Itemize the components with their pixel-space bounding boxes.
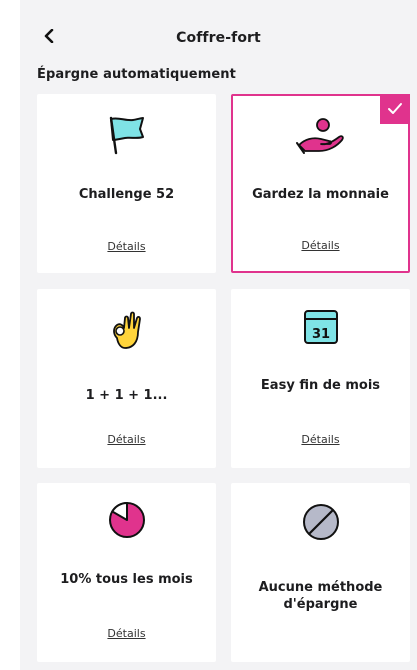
card-10-pourcent[interactable]: 10% tous les mois Détails: [37, 483, 216, 662]
card-challenge-52[interactable]: Challenge 52 Détails: [37, 94, 216, 273]
card-1-plus-1[interactable]: 1 + 1 + 1... Détails: [37, 289, 216, 468]
details-link[interactable]: Détails: [233, 239, 408, 252]
header: Coffre-fort: [20, 22, 417, 56]
details-link[interactable]: Détails: [37, 627, 216, 640]
check-icon: [388, 103, 402, 114]
card-gardez-la-monnaie[interactable]: Gardez la monnaie Détails: [231, 94, 410, 273]
details-link[interactable]: Détails: [37, 240, 216, 253]
card-aucune-methode[interactable]: Aucune méthode d'épargne: [231, 483, 410, 662]
card-label: Easy fin de mois: [260, 378, 381, 393]
calendar-icon: 31: [294, 300, 348, 354]
calendar-icon-text: 31: [311, 327, 329, 342]
details-link[interactable]: Détails: [231, 433, 410, 446]
page-title: Coffre-fort: [176, 30, 261, 46]
card-label: Aucune méthode d'épargne: [258, 580, 383, 612]
pie-chart-icon: [100, 493, 154, 547]
section-title: Épargne automatiquement: [37, 67, 236, 82]
card-label: 10% tous les mois: [60, 572, 193, 587]
no-sign-icon: [294, 495, 348, 549]
card-label: Challenge 52: [78, 187, 175, 202]
ok-hand-icon: [100, 303, 154, 357]
selected-check-badge: [380, 94, 410, 124]
card-label: 1 + 1 + 1...: [85, 388, 168, 403]
card-label: Gardez la monnaie: [252, 187, 389, 202]
card-easy-fin-de-mois[interactable]: 31 Easy fin de mois Détails: [231, 289, 410, 468]
flag-icon: [100, 108, 154, 162]
hand-coin-icon: [294, 108, 348, 162]
details-link[interactable]: Détails: [37, 433, 216, 446]
